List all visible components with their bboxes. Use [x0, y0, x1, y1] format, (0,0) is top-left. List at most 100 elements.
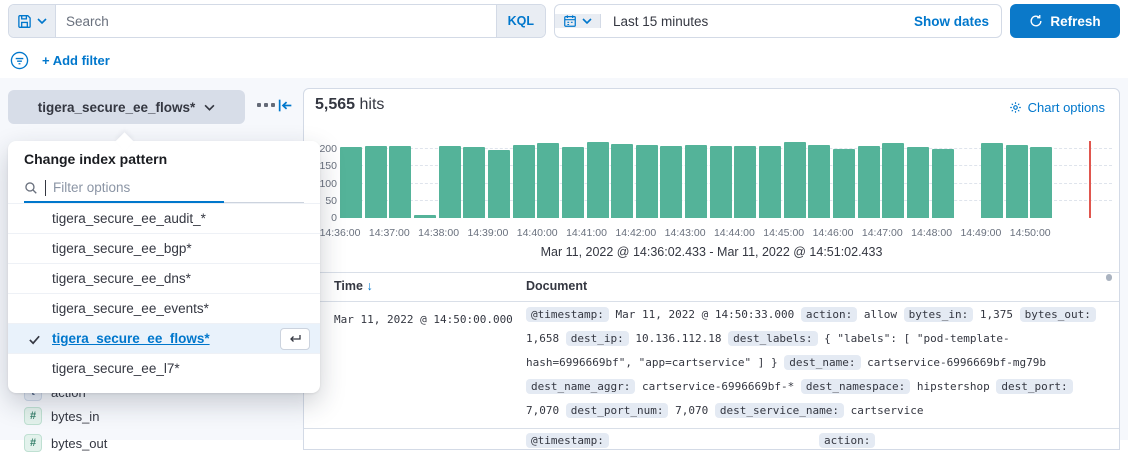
index-pattern-option[interactable]: tigera_secure_ee_bgp* [8, 233, 320, 263]
index-pattern-switcher-button[interactable]: tigera_secure_ee_flows* [8, 90, 245, 124]
histogram-bar[interactable] [833, 149, 855, 218]
field-name-pill: dest_name: [784, 355, 860, 370]
collapse-sidebar-icon[interactable] [277, 97, 294, 114]
x-axis-tick-label: 14:48:00 [911, 227, 952, 239]
filter-menu-icon[interactable] [10, 51, 29, 70]
histogram-bar[interactable] [1006, 145, 1028, 218]
sidebar-field-item[interactable]: #bytes_in [24, 407, 99, 425]
histogram-bar[interactable] [611, 144, 633, 218]
histogram-bar[interactable] [562, 147, 584, 218]
x-axis-tick-label: 14:39:00 [467, 227, 508, 239]
histogram-bar[interactable] [907, 147, 929, 218]
saved-query-menu-button[interactable] [9, 5, 56, 37]
boxes-horizontal-icon[interactable] [257, 103, 275, 107]
histogram-bar[interactable] [414, 215, 436, 218]
x-axis-tick-label: 14:49:00 [960, 227, 1001, 239]
x-axis-tick-label: 14:44:00 [714, 227, 755, 239]
histogram-bar[interactable] [463, 147, 485, 218]
refresh-label: Refresh [1050, 14, 1100, 29]
index-pattern-option[interactable]: tigera_secure_ee_l7* [8, 353, 320, 383]
histogram-bar[interactable] [685, 145, 707, 218]
index-pattern-option-label: tigera_secure_ee_bgp* [52, 241, 192, 256]
histogram-bar[interactable] [340, 147, 362, 218]
histogram-bar[interactable] [882, 143, 904, 218]
field-name-pill: bytes_in: [904, 307, 974, 322]
chevron-down-icon [582, 18, 592, 24]
return-key-icon[interactable] [280, 328, 310, 350]
histogram-bar[interactable] [488, 150, 510, 218]
histogram-bar[interactable] [808, 145, 830, 218]
histogram-bar[interactable] [389, 146, 411, 218]
field-name-pill: action: [801, 307, 857, 322]
calendar-icon [563, 14, 577, 28]
next-row-preview: @timestamp:action: [526, 433, 1096, 453]
chevron-down-icon [37, 18, 47, 24]
histogram-bar[interactable] [439, 146, 461, 218]
histogram-bar[interactable] [537, 143, 559, 218]
histogram-bar[interactable] [734, 146, 756, 218]
hits-label: hits [360, 96, 385, 113]
filter-options-input[interactable]: Filter options [24, 173, 304, 203]
histogram-bar[interactable] [932, 149, 954, 218]
kql-badge[interactable]: KQL [496, 5, 545, 37]
refresh-button[interactable]: Refresh [1010, 4, 1120, 38]
histogram-bar[interactable] [660, 146, 682, 218]
column-header-time[interactable]: Time ↓ [334, 279, 373, 293]
date-picker: Last 15 minutes Show dates [554, 4, 1002, 38]
field-name: bytes_in [51, 409, 99, 424]
number-field-icon: # [24, 434, 42, 452]
add-filter-button[interactable]: + Add filter [42, 53, 110, 68]
histogram-bar[interactable] [710, 146, 732, 218]
x-axis-tick-label: 14:42:00 [615, 227, 656, 239]
time-header-label: Time [334, 279, 363, 293]
index-pattern-option-label: tigera_secure_ee_flows* [52, 331, 210, 346]
chevron-down-icon [204, 104, 215, 111]
index-pattern-option[interactable]: tigera_secure_ee_flows* [8, 323, 320, 353]
index-pattern-option-label: tigera_secure_ee_l7* [52, 361, 180, 376]
hits-summary: 5,565 hits [315, 96, 384, 114]
column-header-document: Document [526, 279, 587, 293]
histogram-bar[interactable] [759, 146, 781, 218]
row-document-cell[interactable]: @timestamp: Mar 11, 2022 @ 14:50:33.000 … [526, 303, 1096, 423]
histogram-bar[interactable] [1030, 147, 1052, 218]
histogram-bar[interactable] [636, 145, 658, 218]
index-pattern-option[interactable]: tigera_secure_ee_events* [8, 293, 320, 323]
divider [304, 272, 1119, 273]
index-pattern-option[interactable]: tigera_secure_ee_audit_* [8, 203, 320, 233]
field-name-pill: @timestamp: [526, 433, 609, 448]
x-axis-tick-label: 14:50:00 [1010, 227, 1051, 239]
index-pattern-option-label: tigera_secure_ee_audit_* [52, 211, 206, 226]
change-index-pattern-popover: Change index pattern Filter options tige… [8, 141, 320, 393]
field-name-pill: dest_ip: [566, 331, 629, 346]
date-quick-select-button[interactable] [555, 14, 601, 28]
scrollbar-thumb[interactable] [1106, 274, 1112, 281]
field-name-pill: bytes_out: [1020, 307, 1096, 322]
index-pattern-label: tigera_secure_ee_flows* [38, 100, 196, 115]
x-axis-tick-label: 14:46:00 [813, 227, 854, 239]
field-name: bytes_out [51, 436, 107, 451]
show-dates-button[interactable]: Show dates [902, 14, 1001, 29]
x-axis-tick-label: 14:36:00 [320, 227, 361, 239]
histogram-bar[interactable] [513, 145, 535, 218]
chart-options-label: Chart options [1028, 100, 1105, 115]
current-time-marker [1089, 141, 1091, 218]
search-bar: KQL [8, 4, 546, 38]
histogram-bar[interactable] [365, 146, 387, 218]
text-cursor [45, 180, 46, 196]
popover-title: Change index pattern [8, 141, 320, 173]
histogram-bar[interactable] [784, 142, 806, 218]
hits-count: 5,565 [315, 96, 355, 113]
histogram-bar[interactable] [587, 142, 609, 218]
chart-options-button[interactable]: Chart options [1009, 100, 1105, 115]
index-pattern-option[interactable]: tigera_secure_ee_dns* [8, 263, 320, 293]
search-input[interactable] [56, 5, 496, 37]
query-bar: KQL Last 15 minutes Show dates Ref [0, 0, 1128, 42]
histogram-bar[interactable] [981, 143, 1003, 218]
time-range-value[interactable]: Last 15 minutes [601, 14, 720, 29]
histogram-bar[interactable] [858, 146, 880, 218]
field-name-pill: dest_labels: [728, 331, 817, 346]
gear-icon [1009, 101, 1022, 114]
sidebar-field-item[interactable]: # bytes_out [24, 434, 107, 452]
x-axis-tick-label: 14:37:00 [369, 227, 410, 239]
row-time-cell: Mar 11, 2022 @ 14:50:00.000 [334, 308, 520, 331]
